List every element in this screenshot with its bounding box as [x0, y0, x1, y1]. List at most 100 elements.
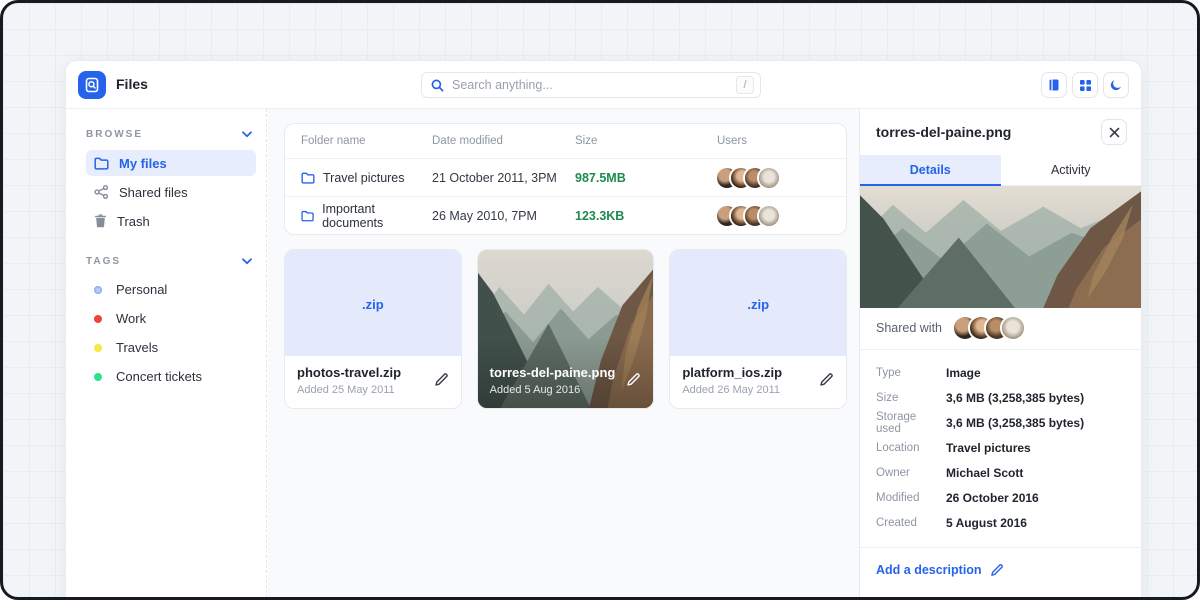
tag-label: Concert tickets [116, 369, 202, 384]
sidebar: BROWSE My files Shared [66, 109, 267, 600]
detail-row: Owner Michael Scott [876, 460, 1125, 485]
trash-icon [94, 214, 107, 228]
detail-row: Type Image [876, 360, 1125, 385]
date-modified: 21 October 2011, 3PM [432, 171, 575, 185]
avatar [1002, 317, 1024, 339]
folder-name: Important documents [322, 202, 432, 230]
detail-label: Storage used [876, 411, 942, 435]
file-added-date: Added 25 May 2011 [297, 384, 449, 396]
avatar [759, 168, 779, 188]
tag-dot-icon [94, 344, 102, 352]
search-input[interactable]: Search anything... / [421, 72, 761, 98]
chevron-down-icon[interactable] [242, 258, 252, 265]
file-preview-image [860, 186, 1141, 308]
tag-dot-icon [94, 315, 102, 323]
grid-view-button[interactable] [1072, 72, 1098, 98]
app-header: Files Search anything... / [66, 61, 1141, 109]
chevron-down-icon[interactable] [242, 131, 252, 138]
detail-label: Size [876, 392, 942, 404]
column-header: Folder name [301, 135, 432, 147]
app-title: Files [116, 76, 148, 92]
sidebar-item-label: Shared files [119, 185, 188, 200]
detail-row: Modified 26 October 2016 [876, 485, 1125, 510]
details-panel: torres-del-paine.png Details Activity [859, 109, 1141, 600]
search-placeholder: Search anything... [452, 78, 736, 92]
tag-label: Work [116, 311, 146, 326]
app-logo-icon [78, 71, 106, 99]
dark-mode-toggle[interactable] [1103, 72, 1129, 98]
panel-tabs: Details Activity [860, 155, 1141, 186]
sidebar-item-my-files[interactable]: My files [86, 150, 256, 176]
table-row[interactable]: Important documents 26 May 2010, 7PM 123… [285, 196, 846, 234]
main-content: Folder name Date modified Size Users Tra… [268, 109, 859, 600]
file-name: torres-del-paine.png [490, 365, 642, 380]
tag-work[interactable]: Work [86, 306, 256, 331]
zip-badge: .zip [670, 250, 846, 358]
edit-pencil-icon[interactable] [434, 372, 449, 387]
shared-with-label: Shared with [876, 321, 942, 335]
edit-pencil-icon[interactable] [819, 372, 834, 387]
file-card-torres-del-paine[interactable]: torres-del-paine.png Added 5 Aug 2016 [477, 249, 655, 409]
notebook-button[interactable] [1041, 72, 1067, 98]
detail-label: Created [876, 517, 942, 529]
table-header-row: Folder name Date modified Size Users [285, 124, 846, 158]
add-description-label: Add a description [876, 563, 982, 577]
avatar [759, 206, 779, 226]
file-card-photos-travel[interactable]: .zip photos-travel.zip Added 25 May 2011 [284, 249, 462, 409]
desktop-background: Files Search anything... / [0, 0, 1200, 600]
date-modified: 26 May 2010, 7PM [432, 209, 575, 223]
sidebar-item-label: Trash [117, 214, 150, 229]
add-description-button[interactable]: Add a description [860, 548, 1141, 592]
tag-label: Personal [116, 282, 167, 297]
search-shortcut-badge: / [736, 76, 754, 94]
sidebar-item-label: My files [119, 156, 167, 171]
close-panel-button[interactable] [1101, 119, 1127, 145]
grid-icon [1079, 79, 1092, 92]
browse-section-label: BROWSE [86, 129, 143, 140]
folder-name: Travel pictures [323, 171, 405, 185]
users-avatar-group [717, 206, 830, 226]
users-avatar-group [717, 168, 830, 188]
sidebar-item-shared-files[interactable]: Shared files [86, 179, 256, 205]
tag-dot-icon [94, 373, 102, 381]
detail-row: Created 5 August 2016 [876, 510, 1125, 535]
column-header: Size [575, 135, 717, 147]
detail-row: Location Travel pictures [876, 435, 1125, 460]
edit-pencil-icon[interactable] [626, 372, 641, 387]
detail-value: Michael Scott [946, 466, 1023, 480]
close-icon [1109, 127, 1120, 138]
detail-value: 3,6 MB (3,258,385 bytes) [946, 416, 1084, 430]
sidebar-item-trash[interactable]: Trash [86, 208, 256, 234]
tag-travels[interactable]: Travels [86, 335, 256, 360]
file-card-platform-ios[interactable]: .zip platform_ios.zip Added 26 May 2011 [669, 249, 847, 409]
files-app-window: Files Search anything... / [65, 60, 1142, 600]
size-value: 123.3KB [575, 209, 717, 223]
tab-details[interactable]: Details [860, 155, 1001, 186]
size-value: 987.5MB [575, 171, 717, 185]
file-added-date: Added 5 Aug 2016 [490, 384, 642, 396]
column-header: Users [717, 135, 830, 147]
detail-value: Travel pictures [946, 441, 1031, 455]
details-list: Type Image Size 3,6 MB (3,258,385 bytes)… [860, 350, 1141, 541]
tag-personal[interactable]: Personal [86, 277, 256, 302]
detail-value: 5 August 2016 [946, 516, 1027, 530]
file-name: platform_ios.zip [682, 365, 834, 380]
folders-table: Folder name Date modified Size Users Tra… [284, 123, 847, 235]
edit-pencil-icon [990, 563, 1004, 577]
column-header: Date modified [432, 135, 575, 147]
search-icon [431, 79, 444, 92]
detail-label: Owner [876, 467, 942, 479]
table-row[interactable]: Travel pictures 21 October 2011, 3PM 987… [285, 158, 846, 196]
tab-activity[interactable]: Activity [1001, 155, 1142, 186]
file-added-date: Added 26 May 2011 [682, 384, 834, 396]
tags-section-label: TAGS [86, 256, 121, 267]
file-name: photos-travel.zip [297, 365, 449, 380]
detail-row: Storage used 3,6 MB (3,258,385 bytes) [876, 410, 1125, 435]
shared-avatar-group[interactable] [954, 317, 1024, 339]
book-icon [1047, 78, 1061, 92]
detail-value: 26 October 2016 [946, 491, 1039, 505]
tag-concert-tickets[interactable]: Concert tickets [86, 364, 256, 389]
folder-icon [94, 157, 109, 170]
folder-icon [301, 210, 314, 222]
detail-value: Image [946, 366, 981, 380]
